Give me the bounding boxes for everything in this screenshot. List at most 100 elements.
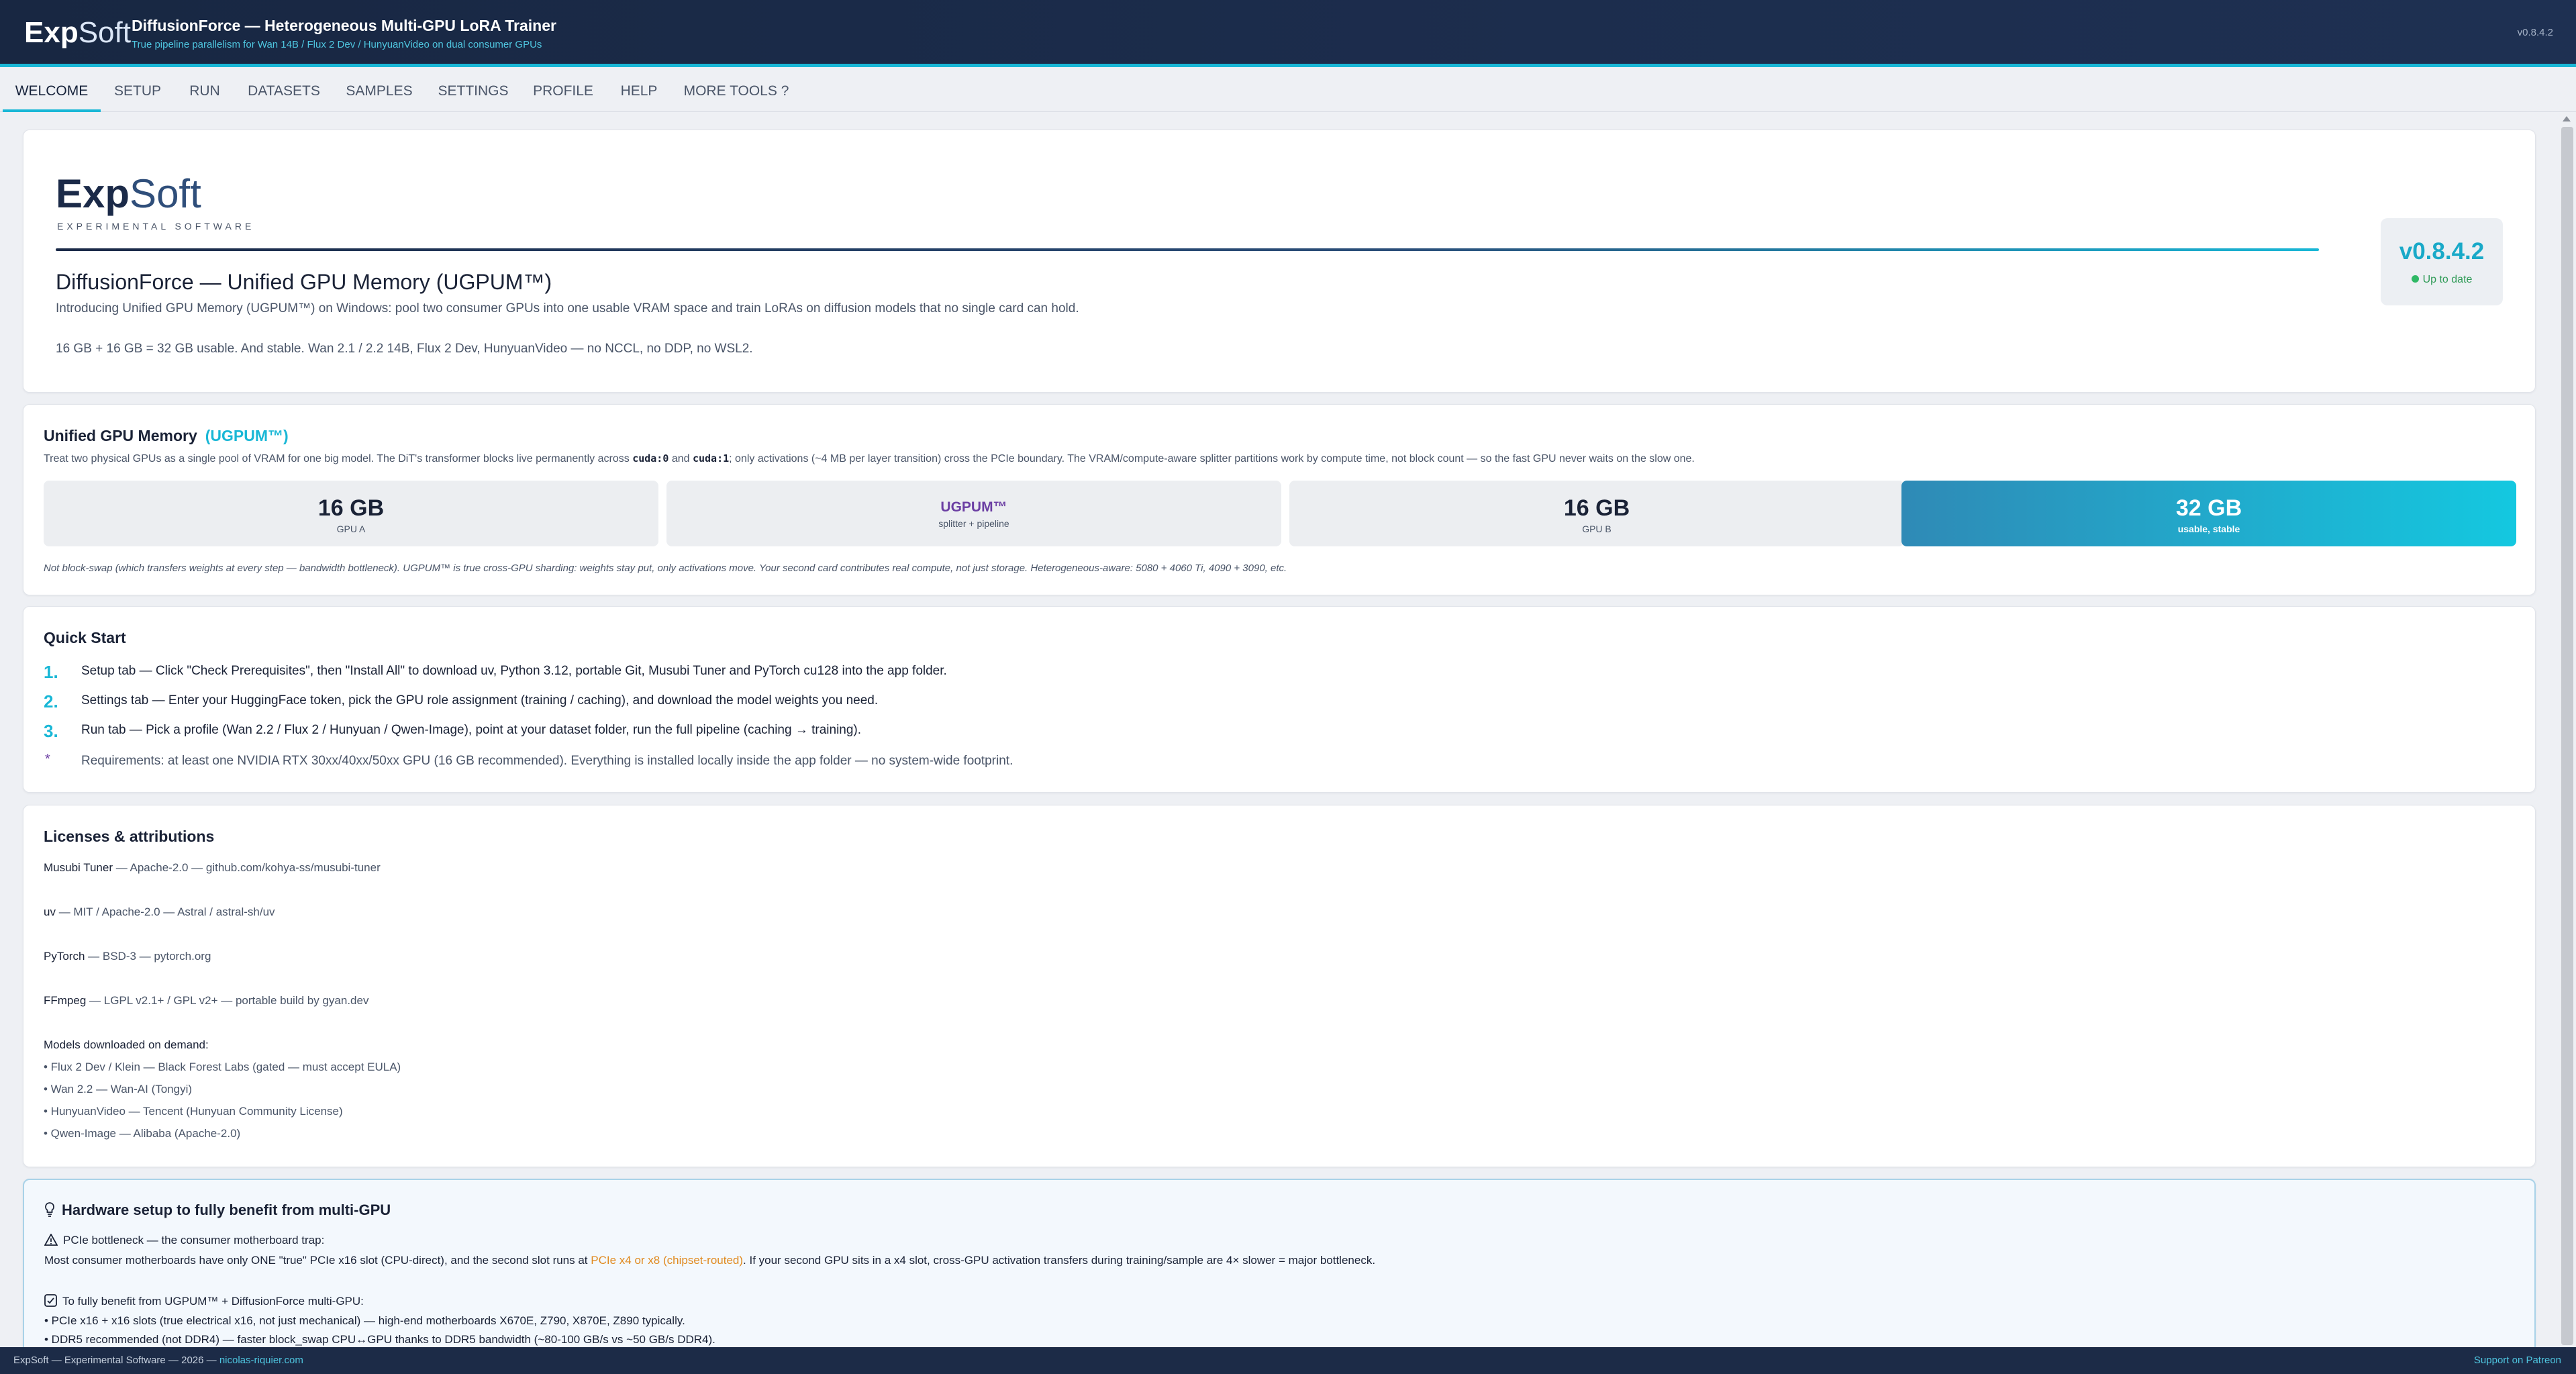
licenses-card: Licenses & attributions Musubi Tuner — A… (23, 805, 2536, 1167)
ugpum-desc-part2: ; only activations (~4 MB per layer tran… (729, 453, 1695, 464)
hero-logo-bold: Exp (56, 171, 130, 216)
warning-icon (44, 1233, 58, 1246)
tab-setup[interactable]: SETUP (107, 70, 168, 112)
license-item: PyTorch — BSD-3 — pytorch.org (44, 950, 211, 963)
tab-profile[interactable]: PROFILE (529, 70, 597, 112)
model-item: • HunyuanVideo — Tencent (Hunyuan Commun… (44, 1105, 343, 1118)
version-status-label: Up to date (2422, 274, 2473, 285)
step-number: 2. (44, 691, 58, 711)
pcie-warning-title: PCIe bottleneck — the consumer motherboa… (44, 1233, 324, 1247)
app-subtitle: True pipeline parallelism for Wan 14B / … (132, 39, 542, 50)
code-cuda0: cuda:0 (632, 452, 669, 464)
pcie-warning-part2: . If your second GPU sits in a x4 slot, … (743, 1254, 1376, 1267)
quickstart-step: 1. Setup tab — Click "Check Prerequisite… (44, 662, 2460, 689)
license-detail: — Apache-2.0 — github.com/kohya-ss/musub… (113, 861, 381, 874)
licenses-title: Licenses & attributions (44, 828, 215, 845)
status-dot-icon (2411, 275, 2419, 283)
tab-more-tools[interactable]: MORE TOOLS ? (681, 70, 792, 112)
ugpum-total-box: 32 GB usable, stable (1901, 481, 2516, 546)
ugpum-title: Unified GPU Memory (UGPUM™) (44, 427, 289, 445)
tab-settings[interactable]: SETTINGS (434, 70, 513, 112)
app-logo: ExpSoft (24, 16, 131, 50)
pcie-warning-part1: Most consumer motherboards have only ONE… (44, 1254, 591, 1267)
license-item: FFmpeg — LGPL v2.1+ / GPL v2+ — portable… (44, 994, 368, 1008)
lightbulb-icon (45, 1202, 54, 1217)
benefit-bullet: • DDR5 recommended (not DDR4) — faster b… (44, 1333, 715, 1346)
gpu-b-label: GPU B (1582, 524, 1612, 534)
hardware-card: Hardware setup to fully benefit from mul… (23, 1179, 2536, 1353)
quickstart-requirements: * Requirements: at least one NVIDIA RTX … (44, 752, 2460, 779)
hardware-title: Hardware setup to fully benefit from mul… (44, 1201, 391, 1219)
step-number: 1. (44, 662, 58, 682)
ugpum-desc-and: and (668, 453, 693, 464)
license-name: uv (44, 905, 56, 918)
gpu-b-size: 16 GB (1563, 495, 1630, 521)
requirements-text: Requirements: at least one NVIDIA RTX 30… (81, 754, 1013, 768)
hero-divider (56, 248, 2319, 251)
hero-tagline: EXPERIMENTAL SOFTWARE (57, 221, 255, 232)
footer-website-link[interactable]: nicolas-riquier.com (219, 1355, 303, 1366)
license-name: Musubi Tuner (44, 861, 113, 874)
tab-samples[interactable]: SAMPLES (341, 70, 417, 112)
license-name: PyTorch (44, 950, 85, 963)
license-name: FFmpeg (44, 994, 87, 1007)
patreon-link[interactable]: Support on Patreon (2474, 1355, 2561, 1366)
page-scrollbar[interactable] (2557, 112, 2576, 1347)
quickstart-step: 2. Settings tab — Enter your HuggingFace… (44, 691, 2460, 718)
checkbox-checked-icon (44, 1294, 57, 1307)
version-number: v0.8.4.2 (2399, 238, 2485, 264)
tab-welcome[interactable]: WELCOME (3, 70, 101, 112)
models-header: Models downloaded on demand: (44, 1038, 209, 1051)
gpu-a-label: GPU A (336, 524, 366, 534)
tab-run[interactable]: RUN (183, 70, 227, 112)
tab-datasets[interactable]: DATASETS (242, 70, 326, 112)
gpu-a-size: 16 GB (317, 495, 385, 521)
hero-logo-light: Soft (130, 171, 201, 216)
app-footer: ExpSoft — Experimental Software — 2026 —… (0, 1347, 2576, 1374)
quickstart-step: 3. Run tab — Pick a profile (Wan 2.2 / F… (44, 721, 2460, 748)
quickstart-title: Quick Start (44, 629, 126, 646)
pcie-warning-text: Most consumer motherboards have only ONE… (44, 1254, 1375, 1267)
benefit-bullet: • PCIe x16 + x16 slots (true electrical … (44, 1314, 685, 1327)
license-detail: — LGPL v2.1+ / GPL v2+ — portable build … (86, 994, 369, 1007)
scroll-up-arrow-icon[interactable] (2563, 116, 2571, 121)
model-item: • Qwen-Image — Alibaba (Apache-2.0) (44, 1127, 241, 1140)
ugpum-title-text: Unified GPU Memory (44, 427, 197, 444)
ugpum-card: Unified GPU Memory (UGPUM™) Treat two phy… (23, 404, 2536, 595)
tab-help[interactable]: HELP (612, 70, 666, 112)
hero-description: Introducing Unified GPU Memory (UGPUM™) … (56, 301, 1079, 315)
code-cuda1: cuda:1 (692, 452, 730, 464)
license-detail: — MIT / Apache-2.0 — Astral / astral-sh/… (55, 905, 275, 918)
license-item: uv — MIT / Apache-2.0 — Astral / astral-… (44, 905, 275, 919)
step-text: Setup tab — Click "Check Prerequisites",… (81, 664, 947, 678)
hardware-title-text: Hardware setup to fully benefit from mul… (62, 1201, 391, 1218)
asterisk-icon: * (45, 752, 50, 767)
step-text: Settings tab — Enter your HuggingFace to… (81, 693, 879, 707)
benefit-title: To fully benefit from UGPUM™ + Diffusion… (44, 1294, 364, 1308)
app-title: DiffusionForce — Heterogeneous Multi-GPU… (132, 17, 556, 34)
footer-copyright: ExpSoft — Experimental Software — 2026 — (13, 1355, 219, 1366)
quickstart-card: Quick Start 1. Setup tab — Click "Check … (23, 606, 2536, 793)
app-version: v0.8.4.2 (2517, 27, 2553, 38)
model-item: • Flux 2 Dev / Klein — Black Forest Labs… (44, 1061, 401, 1073)
gpu-a-box: 16 GB GPU A (44, 481, 658, 546)
license-item: Musubi Tuner — Apache-2.0 — github.com/k… (44, 861, 381, 875)
ugpum-total-label: usable, stable (2177, 524, 2240, 534)
ugpum-splitter-box: UGPUM™ splitter + pipeline (666, 481, 1281, 546)
version-status: Up to date (2381, 274, 2503, 286)
step-text: Run tab — Pick a profile (Wan 2.2 / Flux… (81, 723, 862, 737)
hero-stats: 16 GB + 16 GB = 32 GB usable. And stable… (56, 342, 753, 356)
ugpum-total-size: 32 GB (2175, 495, 2242, 521)
ugpum-note: Not block-swap (which transfers weights … (44, 562, 1287, 574)
ugpum-splitter-title: UGPUM™ (940, 499, 1007, 515)
model-item: • Wan 2.2 — Wan-AI (Tongyi) (44, 1083, 193, 1095)
app-header: ExpSoft DiffusionForce — Heterogeneous M… (0, 0, 2576, 67)
footer-left: ExpSoft — Experimental Software — 2026 —… (13, 1355, 303, 1366)
ugpum-desc-part1: Treat two physical GPUs as a single pool… (44, 453, 633, 464)
gpu-b-box: 16 GB GPU B (1289, 481, 1904, 546)
license-detail: — BSD-3 — pytorch.org (85, 950, 211, 963)
scroll-thumb[interactable] (2561, 127, 2573, 1345)
step-number: 3. (44, 721, 58, 741)
pcie-highlight: PCIe x4 or x8 (chipset-routed) (591, 1254, 744, 1267)
ugpum-splitter-label: splitter + pipeline (938, 518, 1009, 529)
